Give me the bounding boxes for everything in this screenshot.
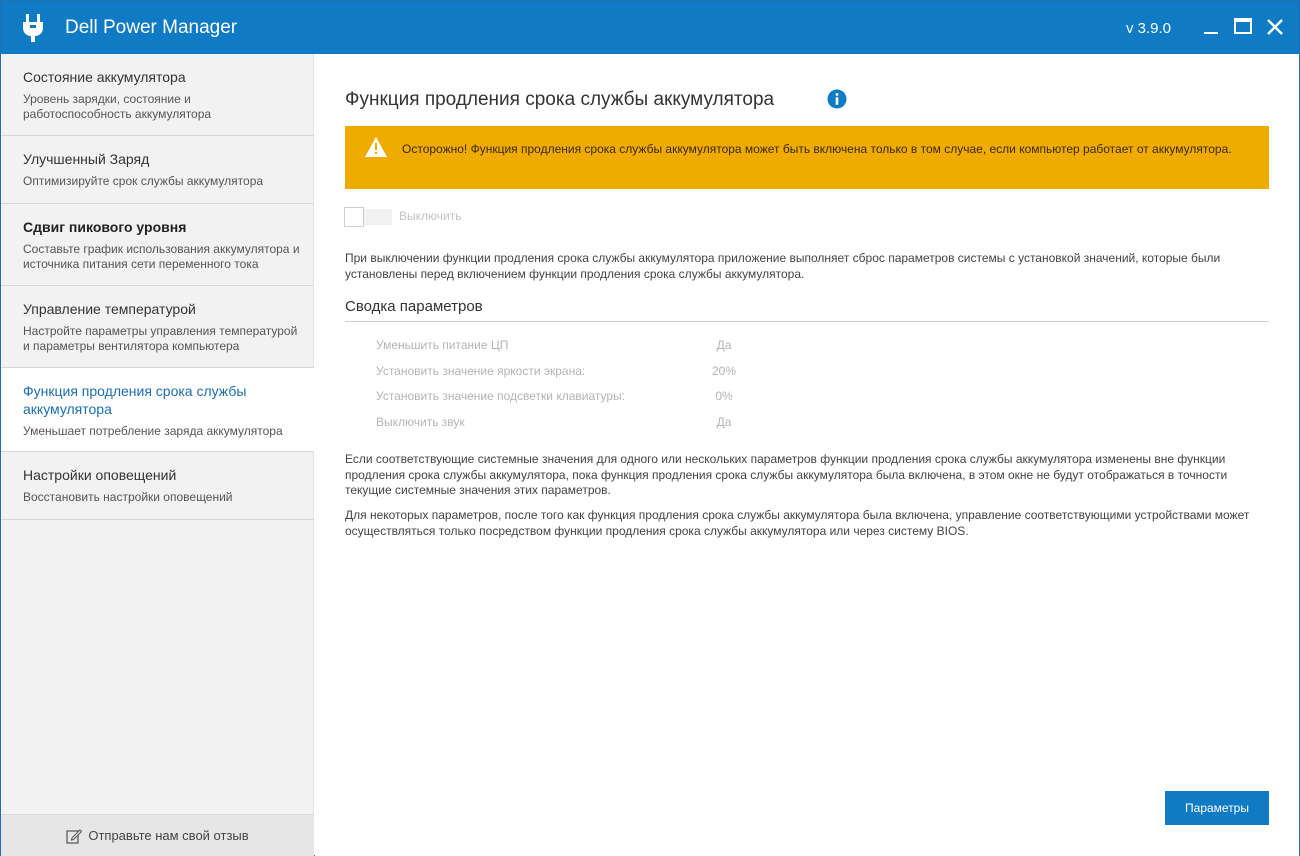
summary-value: 0% xyxy=(715,389,733,403)
power-plug-icon xyxy=(23,14,43,42)
summary-label: Установить значение яркости экрана: xyxy=(376,364,586,378)
sidebar-item-desc: Оптимизируйте срок службы аккумулятора xyxy=(23,174,264,188)
sidebar-item-title: Состояние аккумулятора xyxy=(23,69,186,85)
parameters-button[interactable]: Параметры xyxy=(1165,791,1269,825)
sidebar-item-title: Сдвиг пикового уровня xyxy=(23,219,187,235)
warning-icon xyxy=(365,137,387,157)
app-version: v 3.9.0 xyxy=(1126,20,1172,37)
feedback-button[interactable]: Отправьте нам свой отзыв xyxy=(1,814,314,856)
sidebar-item-desc: Настройте параметры управления температу… xyxy=(23,324,298,353)
toggle-label: Выключить xyxy=(399,209,462,223)
warning-banner: Осторожно! Функция продления срока служб… xyxy=(345,126,1269,189)
sidebar-item-desc: Уровень зарядки, состояние и работоспосо… xyxy=(23,92,212,121)
sidebar-item-desc: Составьте график использования аккумулят… xyxy=(23,242,300,271)
summary-label: Выключить звук xyxy=(376,415,465,429)
bios-note: Для некоторых параметров, после того как… xyxy=(345,508,1250,538)
app-title: Dell Power Manager xyxy=(65,17,238,38)
summary-value: Да xyxy=(716,338,732,352)
app-window: Dell Power Manager v 3.9.0 Состояние акк… xyxy=(0,0,1300,856)
info-icon[interactable] xyxy=(827,89,847,109)
toggle-knob xyxy=(344,207,364,227)
sidebar-item-title: Настройки оповещений xyxy=(23,467,177,483)
sidebar-item-desc: Восстановить настройки оповещений xyxy=(23,490,233,504)
sidebar-item-peak-shift[interactable]: Сдвиг пикового уровня Составьте график и… xyxy=(1,204,314,286)
close-icon[interactable] xyxy=(1263,15,1287,39)
sidebar-item-thermal-management[interactable]: Управление температурой Настройте параме… xyxy=(1,286,314,368)
summary-row: Установить значение яркости экрана: 20% xyxy=(376,364,756,382)
system-values-note: Если соответствующие системные значения … xyxy=(345,452,1228,497)
edit-feedback-icon xyxy=(66,828,83,844)
sidebar-item-title: Управление температурой xyxy=(23,301,196,317)
sidebar-item-title: Функция продления срока службы аккумулят… xyxy=(23,383,247,417)
disable-info-text: При выключении функции продления срока с… xyxy=(345,251,1221,281)
main-content: Функция продления срока службы аккумулят… xyxy=(315,54,1299,856)
sidebar-item-battery-status[interactable]: Состояние аккумулятора Уровень зарядки, … xyxy=(1,54,314,136)
warning-text: Осторожно! Функция продления срока служб… xyxy=(402,142,1232,156)
summary-row: Выключить звук Да xyxy=(376,415,756,433)
title-bar: Dell Power Manager v 3.9.0 xyxy=(1,1,1299,54)
summary-row: Установить значение подсветки клавиатуры… xyxy=(376,389,756,407)
maximize-icon[interactable] xyxy=(1231,15,1255,39)
summary-row: Уменьшить питание ЦП Да xyxy=(376,338,756,356)
sidebar-item-battery-extender[interactable]: Функция продления срока службы аккумулят… xyxy=(1,368,314,452)
sidebar-item-desc: Уменьшает потребление заряда аккумулятор… xyxy=(23,424,283,438)
summary-value: Да xyxy=(716,415,732,429)
battery-extender-toggle[interactable] xyxy=(344,207,392,227)
summary-value: 20% xyxy=(711,364,737,378)
summary-label: Уменьшить питание ЦП xyxy=(376,338,509,352)
sidebar-item-title: Улучшенный Заряд xyxy=(23,151,150,167)
sidebar: Состояние аккумулятора Уровень зарядки, … xyxy=(1,54,314,856)
summary-title: Сводка параметров xyxy=(345,298,483,315)
sidebar-item-advanced-charge[interactable]: Улучшенный Заряд Оптимизируйте срок служ… xyxy=(1,136,314,204)
summary-divider xyxy=(345,321,1269,322)
feedback-label: Отправьте нам свой отзыв xyxy=(88,828,249,843)
sidebar-item-alert-settings[interactable]: Настройки оповещений Восстановить настро… xyxy=(1,452,314,520)
minimize-icon[interactable] xyxy=(1199,15,1223,39)
page-title: Функция продления срока службы аккумулят… xyxy=(345,89,775,110)
summary-label: Установить значение подсветки клавиатуры… xyxy=(376,389,626,403)
